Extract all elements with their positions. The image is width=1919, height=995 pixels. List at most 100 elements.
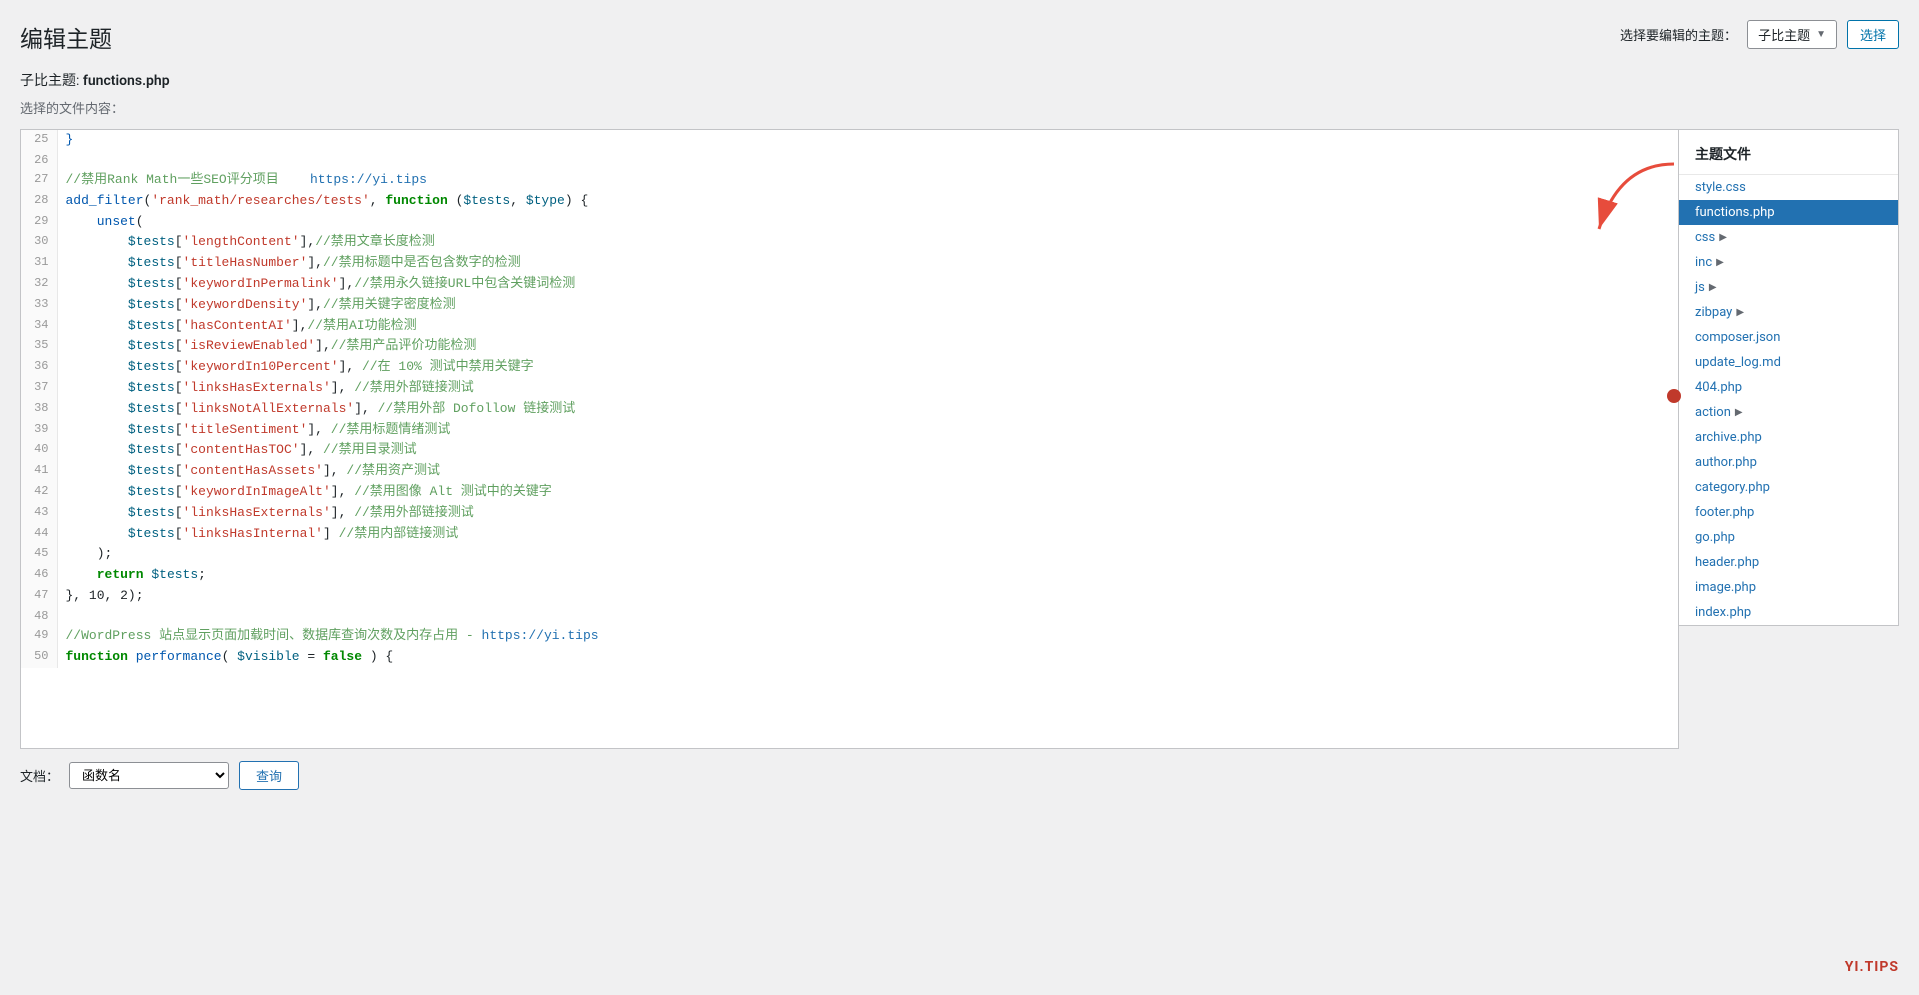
file-item-header-php[interactable]: header.php <box>1679 550 1898 575</box>
line-number: 44 <box>21 524 57 545</box>
file-link-image-php[interactable]: image.php <box>1695 580 1756 595</box>
file-item-go-php[interactable]: go.php <box>1679 525 1898 550</box>
line-code: function performance( $visible = false )… <box>57 647 1678 668</box>
file-link-footer-php[interactable]: footer.php <box>1695 505 1754 520</box>
file-link-author-php[interactable]: author.php <box>1695 455 1757 470</box>
file-item-css[interactable]: css ▶ <box>1679 225 1898 250</box>
page-title: 编辑主题 <box>20 20 1899 54</box>
line-code: $tests['contentHasTOC'], //禁用目录测试 <box>57 440 1678 461</box>
table-row: 26 <box>21 151 1678 170</box>
file-link-update-log[interactable]: update_log.md <box>1695 355 1781 370</box>
file-content-label: 选择的文件内容： <box>20 98 1899 117</box>
table-row: 28 add_filter('rank_math/researches/test… <box>21 191 1678 212</box>
function-name-select[interactable]: 函数名 <box>69 762 229 789</box>
file-link-composer-json[interactable]: composer.json <box>1695 330 1780 345</box>
line-code <box>57 151 1678 170</box>
line-number: 43 <box>21 503 57 524</box>
line-number: 31 <box>21 253 57 274</box>
line-number: 48 <box>21 607 57 626</box>
collapse-indicator[interactable] <box>1667 389 1681 403</box>
file-link-index-php[interactable]: index.php <box>1695 605 1751 620</box>
table-row: 50 function performance( $visible = fals… <box>21 647 1678 668</box>
file-item-update-log[interactable]: update_log.md <box>1679 350 1898 375</box>
bottom-bar-label: 文档： <box>20 766 59 785</box>
file-link-go-php[interactable]: go.php <box>1695 530 1735 545</box>
line-number: 27 <box>21 170 57 191</box>
line-code: $tests['linksHasExternals'], //禁用外部链接测试 <box>57 378 1678 399</box>
file-item-zibpay[interactable]: zibpay ▶ <box>1679 300 1898 325</box>
line-number: 37 <box>21 378 57 399</box>
file-link-inc[interactable]: inc <box>1695 255 1712 270</box>
line-code: $tests['titleSentiment'], //禁用标题情绪测试 <box>57 420 1678 441</box>
subtitle-file: functions.php <box>83 73 170 89</box>
chevron-down-icon: ▼ <box>1816 29 1826 40</box>
theme-selector-area: 选择要编辑的主题： 子比主题 ▼ 选择 <box>1620 20 1899 49</box>
table-row: 44 $tests['linksHasInternal'] //禁用内部链接测试 <box>21 524 1678 545</box>
file-link-js[interactable]: js <box>1695 280 1705 295</box>
file-item-author-php[interactable]: author.php <box>1679 450 1898 475</box>
line-number: 50 <box>21 647 57 668</box>
file-link-category-php[interactable]: category.php <box>1695 480 1770 495</box>
file-item-composer-json[interactable]: composer.json <box>1679 325 1898 350</box>
line-code: ); <box>57 544 1678 565</box>
table-row: 36 $tests['keywordIn10Percent'], //在 10%… <box>21 357 1678 378</box>
file-item-image-php[interactable]: image.php <box>1679 575 1898 600</box>
line-code: $tests['linksNotAllExternals'], //禁用外部 D… <box>57 399 1678 420</box>
line-number: 26 <box>21 151 57 170</box>
line-code: $tests['isReviewEnabled'],//禁用产品评价功能检测 <box>57 336 1678 357</box>
line-code: $tests['keywordDensity'],//禁用关键字密度检测 <box>57 295 1678 316</box>
table-row: 41 $tests['contentHasAssets'], //禁用资产测试 <box>21 461 1678 482</box>
file-link-404-php[interactable]: 404.php <box>1695 380 1742 395</box>
folder-arrow-js: ▶ <box>1709 282 1717 293</box>
file-link-css[interactable]: css <box>1695 230 1715 245</box>
subtitle: 子比主题: functions.php <box>20 70 1899 90</box>
table-row: 29 unset( <box>21 212 1678 233</box>
line-code: $tests['titleHasNumber'],//禁用标题中是否包含数字的检… <box>57 253 1678 274</box>
theme-dropdown-value: 子比主题 <box>1758 25 1810 44</box>
line-code: }, 10, 2); <box>57 586 1678 607</box>
table-row: 33 $tests['keywordDensity'],//禁用关键字密度检测 <box>21 295 1678 316</box>
folder-arrow-zibpay: ▶ <box>1736 307 1744 318</box>
code-editor[interactable]: 25 } 26 27 //禁用Rank Math一些SEO评分项目 https:… <box>20 129 1679 749</box>
file-link-header-php[interactable]: header.php <box>1695 555 1759 570</box>
file-item-style-css[interactable]: style.css <box>1679 175 1898 200</box>
sidebar-wrapper: 主题文件 style.css functions.php css ▶ inc ▶ <box>1679 129 1899 749</box>
line-number: 36 <box>21 357 57 378</box>
page-wrapper: 编辑主题 选择要编辑的主题： 子比主题 ▼ 选择 子比主题: functions… <box>0 0 1919 995</box>
line-code: $tests['keywordInImageAlt'], //禁用图像 Alt … <box>57 482 1678 503</box>
theme-dropdown[interactable]: 子比主题 ▼ <box>1747 20 1837 49</box>
line-code <box>57 607 1678 626</box>
table-row: 25 } <box>21 130 1678 151</box>
line-code: $tests['linksHasExternals'], //禁用外部链接测试 <box>57 503 1678 524</box>
line-code: unset( <box>57 212 1678 233</box>
file-item-index-php[interactable]: index.php <box>1679 600 1898 625</box>
table-row: 32 $tests['keywordInPermalink'],//禁用永久链接… <box>21 274 1678 295</box>
file-item-functions-php[interactable]: functions.php <box>1679 200 1898 225</box>
line-number: 32 <box>21 274 57 295</box>
file-item-404-php[interactable]: 404.php <box>1679 375 1898 400</box>
table-row: 42 $tests['keywordInImageAlt'], //禁用图像 A… <box>21 482 1678 503</box>
subtitle-label: 子比主题: <box>20 73 79 89</box>
folder-arrow-inc: ▶ <box>1716 257 1724 268</box>
line-code: //WordPress 站点显示页面加载时间、数据库查询次数及内存占用 - ht… <box>57 626 1678 647</box>
table-row: 35 $tests['isReviewEnabled'],//禁用产品评价功能检… <box>21 336 1678 357</box>
file-item-js[interactable]: js ▶ <box>1679 275 1898 300</box>
file-link-action[interactable]: action <box>1695 405 1731 420</box>
query-button[interactable]: 查询 <box>239 761 299 790</box>
file-link-archive-php[interactable]: archive.php <box>1695 430 1762 445</box>
select-theme-button[interactable]: 选择 <box>1847 20 1899 49</box>
file-link-style-css[interactable]: style.css <box>1695 180 1746 195</box>
file-item-archive-php[interactable]: archive.php <box>1679 425 1898 450</box>
file-item-action[interactable]: action ▶ <box>1679 400 1898 425</box>
file-item-inc[interactable]: inc ▶ <box>1679 250 1898 275</box>
folder-arrow-css: ▶ <box>1719 232 1727 243</box>
bottom-bar: 文档： 函数名 查询 <box>20 749 1899 790</box>
file-link-zibpay[interactable]: zibpay <box>1695 305 1732 320</box>
line-number: 29 <box>21 212 57 233</box>
file-item-category-php[interactable]: category.php <box>1679 475 1898 500</box>
content-area: 编辑主题 选择要编辑的主题： 子比主题 ▼ 选择 子比主题: functions… <box>0 0 1919 810</box>
file-item-footer-php[interactable]: footer.php <box>1679 500 1898 525</box>
table-row: 46 return $tests; <box>21 565 1678 586</box>
line-number: 34 <box>21 316 57 337</box>
line-number: 47 <box>21 586 57 607</box>
